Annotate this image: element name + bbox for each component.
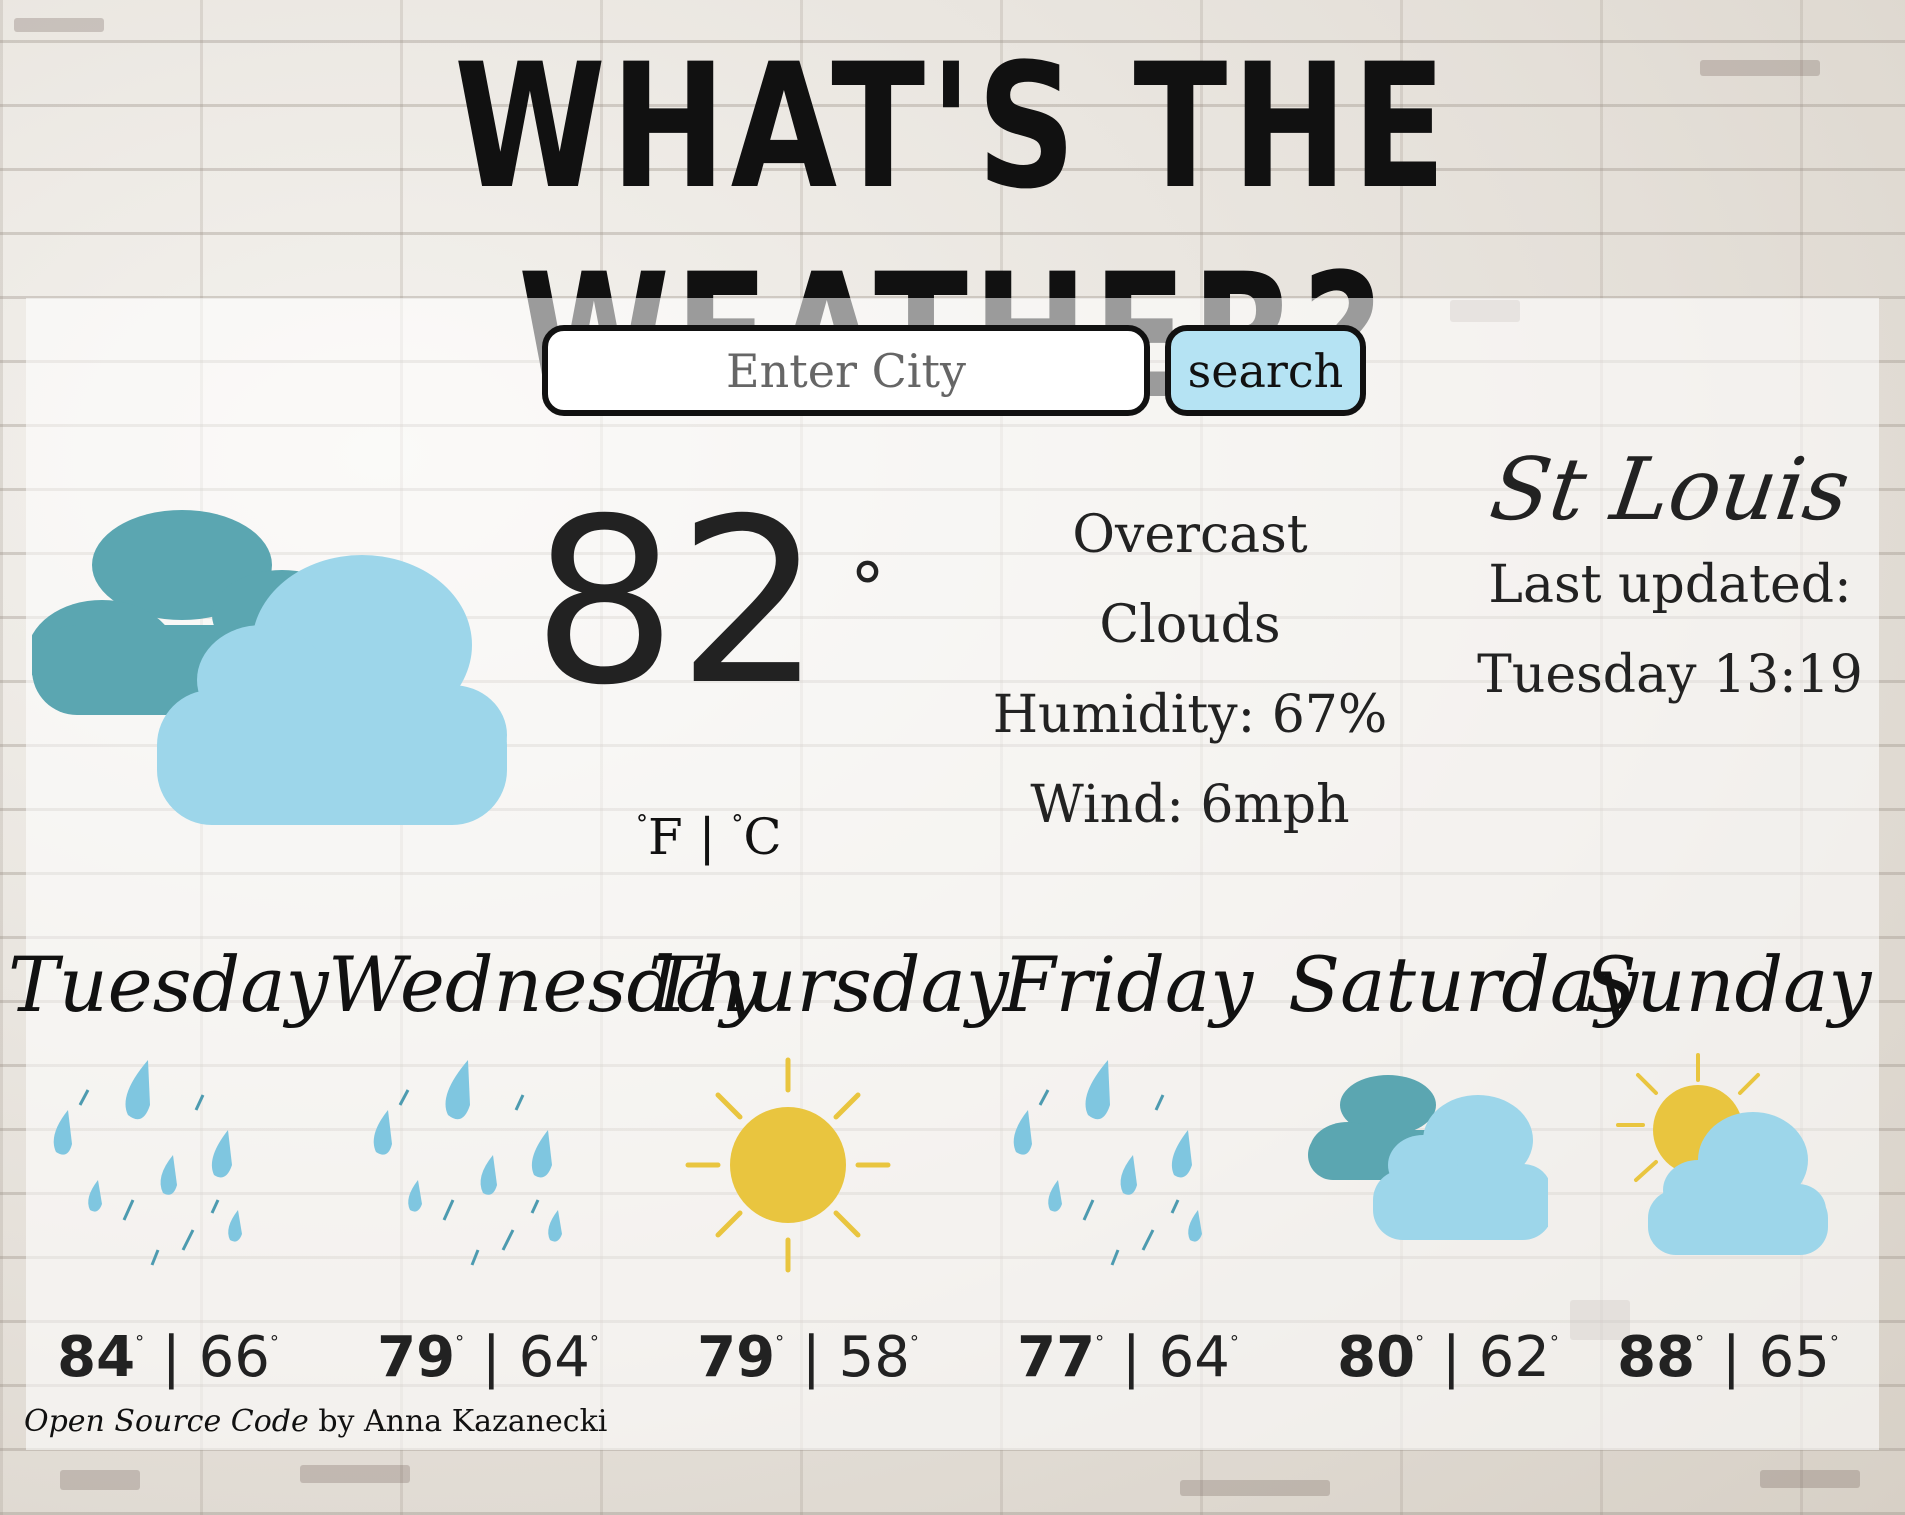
partly-cloudy-icon [1616, 1053, 1828, 1255]
clouds-icon [1308, 1075, 1548, 1240]
forecast-low: 58 [838, 1325, 910, 1390]
forecast-temps: 84° | 66° [8, 1308, 328, 1393]
forecast-high: 79 [377, 1325, 456, 1390]
forecast-day-name: Thursday [648, 940, 1009, 1029]
forecast-day-name: Sunday [1584, 940, 1872, 1029]
forecast-day: Friday 77° | 64° [968, 930, 1288, 1390]
forecast-day-name: Tuesday [8, 940, 329, 1029]
temperature-degree: ° [850, 548, 885, 630]
fahrenheit-degree: ° [636, 810, 648, 838]
forecast-temps: 79° | 58° [648, 1308, 968, 1393]
rain-icon [1013, 1060, 1202, 1266]
forecast-day: Sunday 88° | 65° [1568, 930, 1888, 1390]
fahrenheit-label: F [648, 808, 683, 866]
temp-separator: | [481, 1325, 501, 1390]
forecast-temps: 80° | 62° [1288, 1308, 1608, 1393]
description-line-2: Clouds [1099, 595, 1281, 655]
unit-toggle: °F | °C [636, 808, 782, 866]
forecast-low: 66 [198, 1325, 270, 1390]
forecast-temps: 79° | 64° [328, 1308, 648, 1393]
temp-separator: | [801, 1325, 821, 1390]
clouds-icon [32, 510, 507, 825]
low-degree: ° [1549, 1332, 1559, 1353]
forecast-low: 64 [518, 1325, 590, 1390]
author-credit: by Anna Kazanecki [318, 1404, 608, 1439]
forecast-high: 80 [1337, 1325, 1416, 1390]
forecast-day-name: Saturday [1288, 940, 1639, 1029]
low-degree: ° [1229, 1332, 1239, 1353]
description-line-1: Overcast [1072, 505, 1308, 565]
temp-separator: | [161, 1325, 181, 1390]
city-search-input[interactable] [542, 325, 1150, 416]
search-button[interactable]: search [1165, 325, 1366, 416]
high-degree: ° [135, 1332, 145, 1353]
forecast-day: Thursday 79° | 58° [648, 930, 1009, 1393]
forecast-temps: 77° | 64° [968, 1308, 1288, 1393]
weather-details: Overcast Clouds Humidity: 67% Wind: 6mph [960, 490, 1420, 850]
rain-icon [53, 1060, 242, 1266]
forecast-day-name: Wednesday [328, 940, 764, 1029]
high-degree: ° [455, 1332, 465, 1353]
page-title: WHAT'S THE WEATHER? [454, 26, 1451, 437]
forecast-high: 77 [1017, 1325, 1096, 1390]
forecast-low: 65 [1758, 1325, 1830, 1390]
last-updated-label: Last updated: [1488, 555, 1852, 615]
last-updated-time: Tuesday 13:19 [1477, 645, 1863, 705]
high-degree: ° [1695, 1332, 1705, 1353]
forecast-day: Wednesday 79° | 64° [328, 930, 764, 1393]
humidity: Humidity: 67% [992, 685, 1388, 745]
celsius-degree: ° [731, 810, 744, 838]
temperature-value: 82 [532, 469, 823, 735]
forecast-day-name: Friday [1002, 940, 1254, 1029]
forecast-high: 79 [697, 1325, 776, 1390]
city-name: St Louis [1484, 440, 1856, 540]
location-info: St Louis Last updated: Tuesday 13:19 [1460, 440, 1880, 720]
forecast-day: Saturday 80° | 62° [1288, 930, 1639, 1393]
forecast-high: 88 [1617, 1325, 1696, 1390]
high-degree: ° [1095, 1332, 1105, 1353]
forecast-high: 84 [57, 1325, 136, 1390]
current-temperature: 82 ° [532, 469, 912, 735]
open-source-code-link[interactable]: Open Source Code [24, 1404, 309, 1439]
forecast-day: Tuesday 84° | 66° [8, 930, 329, 1393]
low-degree: ° [909, 1332, 919, 1353]
rain-icon [373, 1060, 562, 1266]
temp-separator: | [1441, 1325, 1461, 1390]
temp-separator: | [1721, 1325, 1741, 1390]
forecast-low: 64 [1158, 1325, 1230, 1390]
wind-speed: Wind: 6mph [1030, 775, 1350, 835]
footer-credit: Open Source Code by Anna Kazanecki [24, 1400, 607, 1444]
forecast-low: 62 [1478, 1325, 1550, 1390]
low-degree: ° [269, 1332, 279, 1353]
low-degree: ° [1829, 1332, 1839, 1353]
sun-icon [685, 1057, 891, 1273]
celsius-link[interactable]: °C [731, 808, 781, 866]
fahrenheit-link[interactable]: °F [636, 808, 683, 866]
low-degree: ° [589, 1332, 599, 1353]
forecast-temps: 88° | 65° [1568, 1308, 1888, 1393]
high-degree: ° [775, 1332, 785, 1353]
temp-separator: | [1121, 1325, 1141, 1390]
high-degree: ° [1415, 1332, 1425, 1353]
forecast-row: Tuesday 84° | 66° Wednesday 79° | 64° Th… [0, 930, 1905, 1390]
celsius-label: C [743, 808, 782, 866]
unit-separator: | [698, 808, 716, 866]
